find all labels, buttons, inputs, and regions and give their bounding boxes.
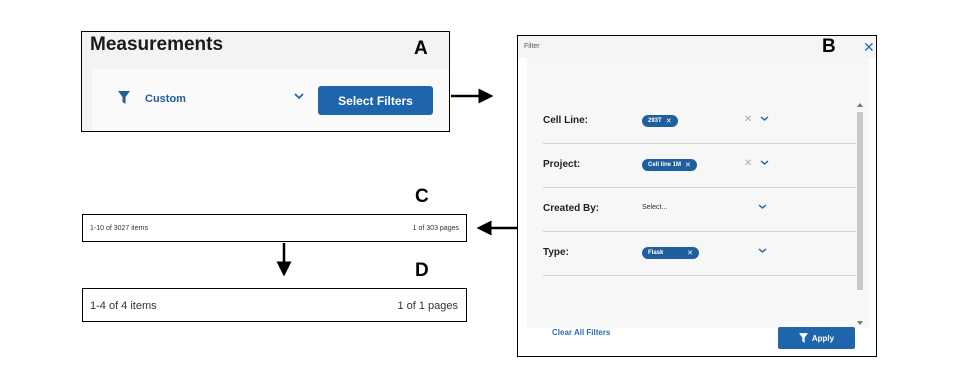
label-b: B <box>822 36 836 57</box>
chip-label: Flask <box>648 250 664 256</box>
scroll-up-icon[interactable] <box>857 103 863 107</box>
close-icon[interactable]: ✕ <box>863 39 875 56</box>
items-count: 1-4 of 4 items <box>90 300 157 312</box>
apply-button[interactable]: Apply <box>778 327 855 349</box>
page-title: Measurements <box>90 34 224 55</box>
chip-remove-icon[interactable]: ✕ <box>666 117 672 125</box>
funnel-icon <box>118 91 130 104</box>
chevron-down-icon[interactable] <box>294 93 304 99</box>
filter-chip[interactable]: Flask ✕ <box>642 247 699 259</box>
label-c: C <box>415 186 429 207</box>
filter-label: Cell Line: <box>543 115 589 126</box>
filter-preset-label[interactable]: Custom <box>145 93 186 105</box>
filter-list: Cell Line: 293T ✕ ✕ Project: Cell line 1… <box>527 58 869 328</box>
filter-chip[interactable]: Cell line 1M ✕ <box>642 159 697 171</box>
chevron-down-icon[interactable] <box>760 160 769 165</box>
label-a: A <box>414 38 428 59</box>
scrollbar-thumb[interactable] <box>857 112 863 290</box>
clear-icon[interactable]: ✕ <box>744 114 752 125</box>
page-count: 1 of 303 pages <box>412 225 459 232</box>
label-d: D <box>415 260 429 281</box>
clear-icon[interactable]: ✕ <box>744 158 752 169</box>
chevron-down-icon[interactable] <box>758 204 767 209</box>
filter-row-type: Type: Flask ✕ <box>543 232 856 276</box>
items-count: 1-10 of 3027 items <box>90 225 148 232</box>
select-filters-button[interactable]: Select Filters <box>318 86 433 115</box>
filter-row-project: Project: Cell line 1M ✕ ✕ <box>543 144 856 188</box>
filter-chip[interactable]: 293T ✕ <box>642 115 678 127</box>
measurements-panel: Measurements Custom Select Filters <box>81 31 450 132</box>
chip-remove-icon[interactable]: ✕ <box>687 249 693 257</box>
filter-dialog: Filter ✕ Cell Line: 293T ✕ ✕ Project: Ce… <box>517 35 877 357</box>
select-placeholder[interactable]: Select... <box>642 204 667 211</box>
chevron-down-icon[interactable] <box>758 248 767 253</box>
chip-label: Cell line 1M <box>648 162 682 168</box>
scroll-down-icon[interactable] <box>857 321 863 325</box>
page-count: 1 of 1 pages <box>397 300 458 312</box>
funnel-icon <box>798 333 808 343</box>
pagination-bar: 1-10 of 3027 items 1 of 303 pages <box>82 214 467 242</box>
dialog-title: Filter <box>524 43 540 50</box>
clear-all-filters-link[interactable]: Clear All Filters <box>552 328 610 337</box>
filter-row-created-by: Created By: Select... <box>543 188 856 232</box>
pagination-bar-filtered: 1-4 of 4 items 1 of 1 pages <box>82 288 467 322</box>
filter-label: Created By: <box>543 203 600 214</box>
filter-bar: Custom Select Filters <box>92 69 449 131</box>
filter-row-cell-line: Cell Line: 293T ✕ ✕ <box>543 100 856 144</box>
filter-label: Type: <box>543 247 569 258</box>
chevron-down-icon[interactable] <box>760 116 769 121</box>
chip-label: 293T <box>648 118 662 124</box>
apply-label: Apply <box>811 333 835 343</box>
chip-remove-icon[interactable]: ✕ <box>685 161 691 169</box>
filter-label: Project: <box>543 159 581 170</box>
